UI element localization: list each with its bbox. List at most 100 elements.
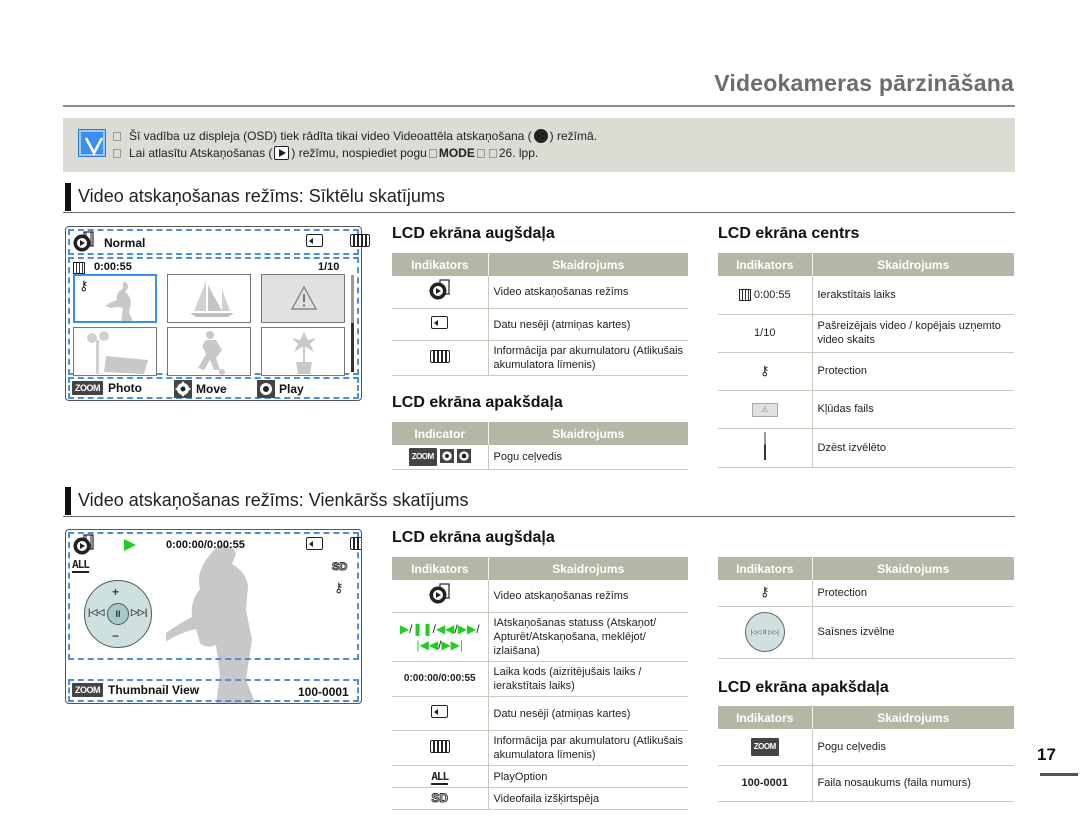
play-button-icon xyxy=(274,146,290,160)
table-row: SD Videofaila izšķirtspēja xyxy=(392,787,688,810)
table-row: 0:00:55 Ierakstītais laiks xyxy=(718,276,1014,315)
lcd-center-table-2: Indikators Skaidrojums ⚷ Protection |◁◁ … xyxy=(718,557,1014,659)
bullet-icon xyxy=(113,131,121,141)
lcd-top-heading: LCD ekrāna augšdaļa xyxy=(392,225,555,242)
page-title: Videokameras pārzināšana xyxy=(714,70,1014,96)
battery-icon xyxy=(429,349,450,363)
scrollbar-thumb[interactable] xyxy=(351,323,354,372)
thumbnail-park-bench[interactable] xyxy=(73,327,157,376)
sd-resolution-icon: SD xyxy=(331,561,348,574)
recorded-time: 0:00:55 xyxy=(94,261,132,273)
key-icon: ⚷ xyxy=(79,278,89,293)
lcd-top-table: Indikators Skaidrojums Video atskaņošana… xyxy=(392,253,688,376)
lcd-center-heading: LCD ekrāna centrs xyxy=(718,225,860,242)
memory-card-icon xyxy=(431,705,449,718)
shortcut-dial[interactable]: + − |◁◁ ▷▷| II xyxy=(84,580,152,648)
battery-icon xyxy=(429,739,450,753)
thumbnail-potted-plant[interactable] xyxy=(261,327,345,376)
play-option-all-icon: ALL xyxy=(72,558,90,573)
lcd-simple-screen: 0:00:00/0:00:55 ALL SD ⚷ + − |◁◁ ▷▷| II … xyxy=(65,529,362,704)
table-row: 1/10 Pašreizējais video / kopējais uzņem… xyxy=(718,314,1014,353)
zoom-badge-icon: ZOOM xyxy=(72,683,103,697)
playback-quality-label: Normal xyxy=(104,236,146,250)
table-row: ALL PlayOption xyxy=(392,765,688,788)
table-row: ⚷ Protection xyxy=(718,352,1014,391)
lcd-top-heading-2: LCD ekrāna augšdaļa xyxy=(392,529,555,546)
lcd-bottom-heading: LCD ekrāna apakšdaļa xyxy=(392,394,563,411)
lcd-top-table-2: Indikators Skaidrojums Video atskaņošana… xyxy=(392,557,688,810)
minus-icon[interactable]: − xyxy=(112,629,119,643)
error-thumbnail-icon: ⚠ xyxy=(751,402,778,417)
scrollbar-icon xyxy=(763,431,766,460)
note-box: Šī vadība uz displeja (OSD) tiek rādīta … xyxy=(63,118,1015,172)
zoom-badge-icon: ZOOM xyxy=(72,381,103,395)
zoom-badge-icon: ZOOM xyxy=(750,737,779,756)
battery-icon xyxy=(350,234,371,247)
zoom-badge-icon: ZOOM xyxy=(408,448,437,466)
pause-icon[interactable]: II xyxy=(107,603,129,625)
heading-bar xyxy=(65,183,71,211)
table-row: Datu nesēji (atmiņas kartes) xyxy=(392,308,688,341)
table-row: 0:00:00/0:00:55 Laika kods (aizritējušai… xyxy=(392,661,688,697)
play-option-all-icon: ALL xyxy=(431,769,449,785)
joystick-move-icon xyxy=(439,449,454,464)
table-row: Informācija par akumulatoru (Atlikušais … xyxy=(392,730,688,766)
playback-status-icons: ▶/❚❚/◀◀/▶▶/|◀◀/▶▶| xyxy=(399,622,480,652)
timecode: 0:00:00/0:00:55 xyxy=(166,539,245,551)
table-row: Datu nesēji (atmiņas kartes) xyxy=(392,696,688,731)
page-number: 17 xyxy=(1037,745,1056,764)
memory-card-icon xyxy=(306,537,323,550)
thumbnail-error-file[interactable] xyxy=(261,274,345,323)
title-divider xyxy=(63,105,1015,107)
video-play-mode-icon xyxy=(72,534,96,561)
table-row: |◁◁ II ▷▷| Saīsnes izvēlne xyxy=(718,606,1014,659)
thumbnail-person-dancing[interactable]: ⚷ xyxy=(73,274,157,323)
sd-resolution-icon: SD xyxy=(431,791,449,806)
lcd-thumbnail-screen: Normal 0:00:55 1/10 ⚷ ZOOM Photo Move Pl… xyxy=(65,226,371,401)
footer-photo[interactable]: ZOOM Photo xyxy=(72,381,142,395)
key-icon: ⚷ xyxy=(759,362,770,378)
shortcut-dial-icon: |◁◁ II ▷▷| xyxy=(744,612,785,652)
note-line-2: Lai atlasītu Atskaņošanas ( ) režīmu, no… xyxy=(113,146,538,160)
skip-forward-icon[interactable]: ▷▷| xyxy=(131,607,147,618)
bracket-icon xyxy=(428,148,437,158)
film-icon xyxy=(73,262,85,274)
table-row: ▶/❚❚/◀◀/▶▶/|◀◀/▶▶| IAtskaņošanas statuss… xyxy=(392,612,688,662)
thumbnail-soccer-player[interactable] xyxy=(167,327,251,376)
bracket-icon xyxy=(488,148,497,158)
video-counter: 1/10 xyxy=(318,261,340,273)
lcd-center-table: Indikators Skaidrojums 0:00:55 Ierakstīt… xyxy=(718,253,1014,468)
key-icon: ⚷ xyxy=(334,580,344,595)
footer-thumbnail-view[interactable]: ZOOM Thumbnail View xyxy=(72,683,199,697)
table-row: Video atskaņošanas režīms xyxy=(392,276,688,309)
note-line-1: Šī vadība uz displeja (OSD) tiek rādīta … xyxy=(113,129,597,143)
thumbnail-sailboat[interactable] xyxy=(167,274,251,323)
footer-play[interactable]: Play xyxy=(257,380,304,398)
lcd-bottom-table-2: Indikators Skaidrojums ZOOM Pogu ceļvedi… xyxy=(718,706,1014,802)
table-row: ⚷ Protection xyxy=(718,580,1014,607)
table-row: ⚠ Kļūdas fails xyxy=(718,390,1014,429)
joystick-move-icon xyxy=(174,380,192,398)
table-row: 100-0001 Faila nosaukums (faila numurs) xyxy=(718,765,1014,802)
page-number-rule xyxy=(1040,773,1078,776)
joystick-play-icon xyxy=(257,380,275,398)
battery-icon xyxy=(350,537,361,550)
thumbnail-scrollbar[interactable] xyxy=(351,275,354,372)
video-play-mode-icon xyxy=(72,231,94,253)
play-status-icon xyxy=(123,538,137,557)
plus-icon[interactable]: + xyxy=(112,585,119,599)
film-icon xyxy=(738,288,751,301)
table-row: ZOOM Pogu ceļvedis xyxy=(718,729,1014,766)
table-row: Informācija par akumulatoru (Atlikušais … xyxy=(392,340,688,376)
memory-card-icon xyxy=(306,234,323,247)
checkmark-note-icon xyxy=(79,130,105,156)
table-row: Video atskaņošanas režīms xyxy=(392,580,688,613)
video-play-mode-icon xyxy=(428,279,452,304)
table-row: ZOOM Pogu ceļvedis xyxy=(392,445,688,470)
footer-move[interactable]: Move xyxy=(174,380,227,398)
section-heading-thumbnail-view: Video atskaņošanas režīms: Sīktēlu skatī… xyxy=(63,183,1015,213)
file-number: 100-0001 xyxy=(298,685,349,699)
lcd-bottom-table: Indicator Skaidrojums ZOOM Pogu ceļvedis xyxy=(392,422,688,470)
skip-back-icon[interactable]: |◁◁ xyxy=(88,607,104,618)
video-play-mode-icon xyxy=(428,583,452,608)
